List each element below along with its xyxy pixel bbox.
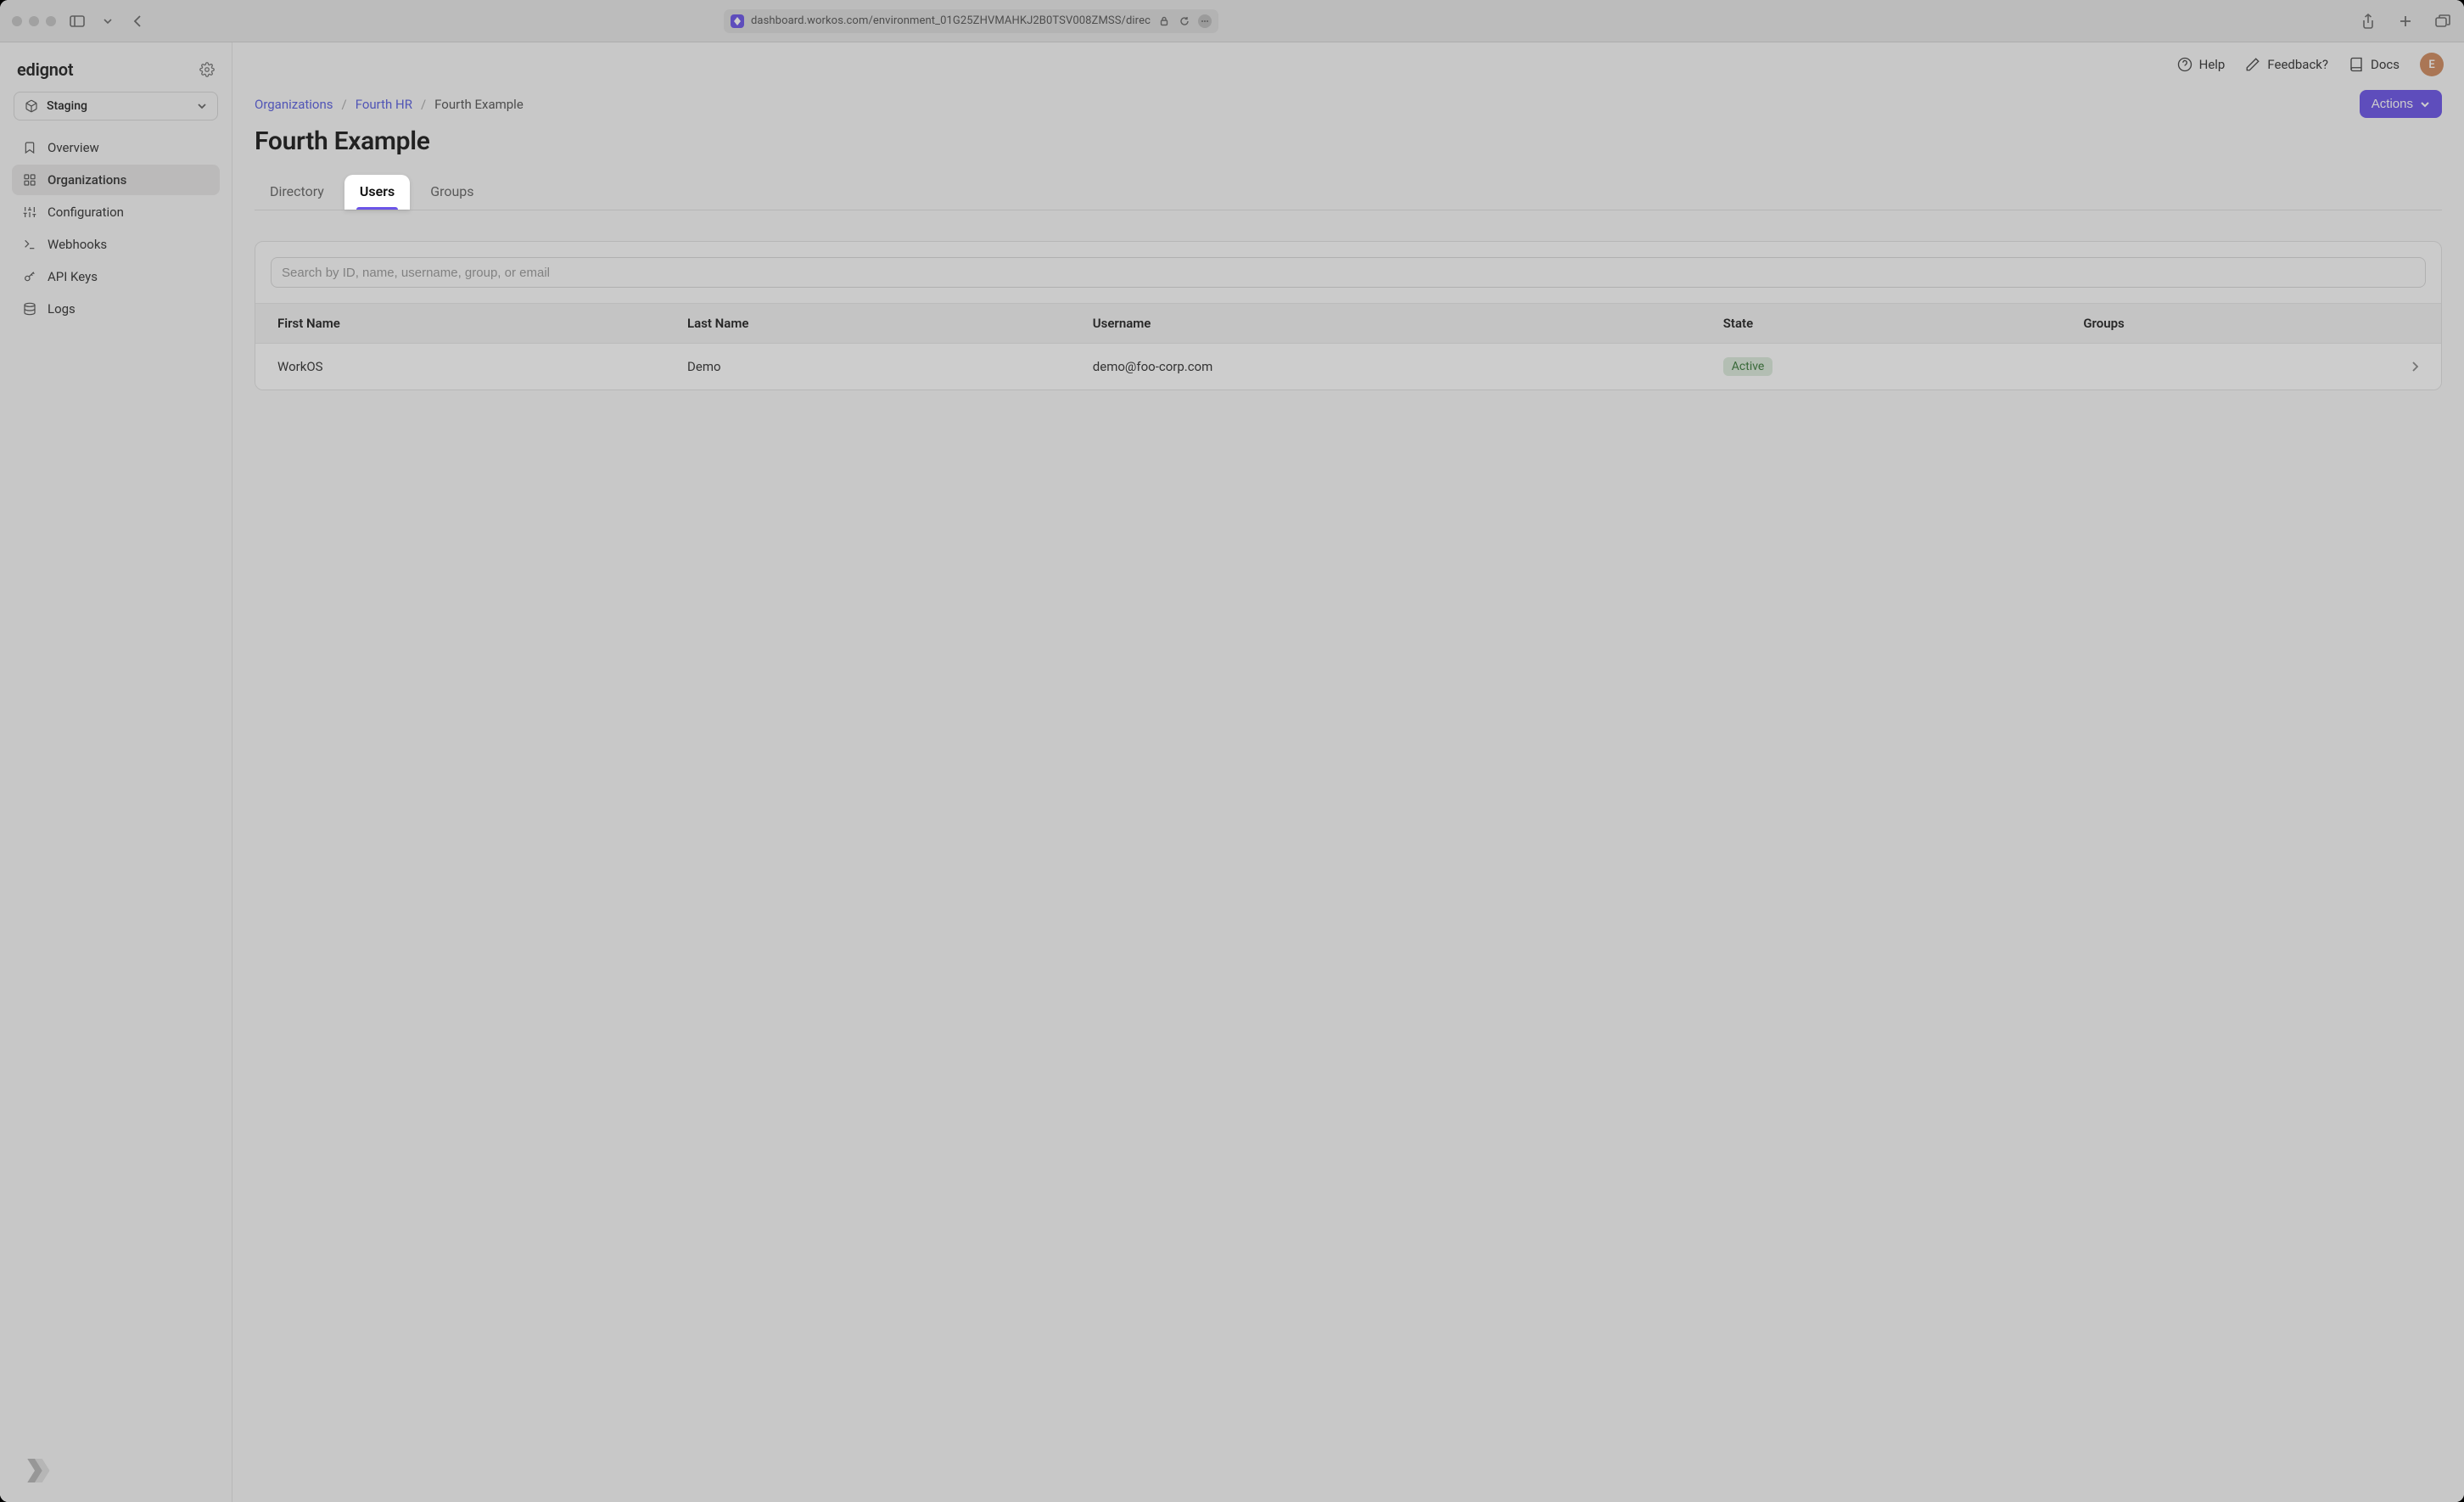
reload-icon[interactable] (1178, 14, 1191, 28)
table-row[interactable]: WorkOS Demo demo@foo-corp.com Active (255, 344, 2441, 390)
sidebar-item-label: Organizations (48, 172, 126, 188)
sidebar-item-label: Configuration (48, 205, 124, 220)
back-icon[interactable] (129, 12, 148, 31)
col-state: State (1701, 304, 2062, 344)
docs-link[interactable]: Docs (2349, 57, 2400, 72)
users-table: First Name Last Name Username State Grou… (255, 303, 2441, 390)
help-circle-icon (2177, 57, 2192, 72)
url-bar[interactable]: dashboard.workos.com/environment_01G25ZH… (724, 9, 1218, 33)
breadcrumb-separator: / (421, 97, 426, 112)
chevron-down-icon[interactable] (98, 12, 117, 31)
tab-groups[interactable]: Groups (415, 175, 489, 210)
col-groups: Groups (2061, 304, 2388, 344)
cube-icon (25, 99, 38, 113)
cell-username: demo@foo-corp.com (1071, 344, 1701, 390)
bookmark-icon (22, 140, 37, 155)
breadcrumb: Organizations / Fourth HR / Fourth Examp… (255, 97, 524, 112)
users-panel: First Name Last Name Username State Grou… (255, 241, 2442, 390)
sliders-icon (22, 205, 37, 220)
gear-icon[interactable] (199, 62, 215, 77)
sidebar-item-organizations[interactable]: Organizations (12, 165, 220, 195)
sidebar-toggle-icon[interactable] (68, 12, 87, 31)
site-favicon (731, 14, 744, 28)
window-controls (12, 16, 56, 26)
more-icon[interactable] (1198, 14, 1212, 28)
table-header-row: First Name Last Name Username State Grou… (255, 304, 2441, 344)
url-text: dashboard.workos.com/environment_01G25ZH… (751, 14, 1151, 27)
book-icon (2349, 57, 2364, 72)
sidebar-item-configuration[interactable]: Configuration (12, 197, 220, 227)
workspace-name: edignot (17, 59, 73, 80)
cell-last-name: Demo (665, 344, 1071, 390)
topbar: Help Feedback? Docs E (232, 42, 2464, 87)
share-icon[interactable] (2359, 12, 2377, 31)
page-title: Fourth Example (255, 126, 2442, 156)
database-icon (22, 301, 37, 317)
chevron-down-icon (197, 101, 207, 111)
cell-first-name: WorkOS (255, 344, 665, 390)
sidebar-item-api-keys[interactable]: API Keys (12, 261, 220, 292)
traffic-light-zoom[interactable] (46, 16, 56, 26)
environment-select[interactable]: Staging (14, 92, 218, 120)
tabs: Directory Users Groups (255, 175, 2442, 210)
tabs-overview-icon[interactable] (2433, 12, 2452, 31)
breadcrumb-root[interactable]: Organizations (255, 97, 333, 112)
traffic-light-close[interactable] (12, 16, 22, 26)
cell-state: Active (1701, 344, 2062, 390)
terminal-icon (22, 237, 37, 252)
actions-button[interactable]: Actions (2360, 90, 2442, 118)
new-tab-icon[interactable] (2396, 12, 2415, 31)
grid-icon (22, 172, 37, 188)
cell-groups (2061, 344, 2388, 390)
breadcrumb-current: Fourth Example (434, 97, 524, 112)
pencil-icon (2245, 57, 2260, 72)
search-input[interactable] (271, 257, 2426, 288)
sidebar-item-webhooks[interactable]: Webhooks (12, 229, 220, 260)
sidebar-item-label: API Keys (48, 269, 98, 284)
tab-directory[interactable]: Directory (255, 175, 339, 210)
col-first-name: First Name (255, 304, 665, 344)
sidebar-item-overview[interactable]: Overview (12, 132, 220, 163)
key-icon (22, 269, 37, 284)
breadcrumb-separator: / (342, 97, 347, 112)
sidebar-item-label: Overview (48, 140, 99, 155)
sidebar-item-logs[interactable]: Logs (12, 294, 220, 324)
sidebar: edignot Staging Overview (0, 42, 232, 1502)
feedback-link[interactable]: Feedback? (2245, 57, 2328, 72)
sidebar-item-label: Logs (48, 301, 76, 317)
sidebar-item-label: Webhooks (48, 237, 107, 252)
brand-logo (17, 1453, 53, 1488)
avatar[interactable]: E (2420, 53, 2444, 76)
row-chevron-icon (2388, 344, 2441, 390)
main: Help Feedback? Docs E Organizations (232, 42, 2464, 1502)
tab-users[interactable]: Users (344, 175, 410, 210)
status-badge: Active (1723, 357, 1773, 376)
traffic-light-minimize[interactable] (29, 16, 39, 26)
col-username: Username (1071, 304, 1701, 344)
col-last-name: Last Name (665, 304, 1071, 344)
browser-chrome: dashboard.workos.com/environment_01G25ZH… (0, 0, 2464, 42)
environment-label: Staging (47, 99, 87, 113)
breadcrumb-parent[interactable]: Fourth HR (356, 97, 412, 112)
help-link[interactable]: Help (2177, 57, 2226, 72)
lock-icon (1157, 14, 1171, 28)
